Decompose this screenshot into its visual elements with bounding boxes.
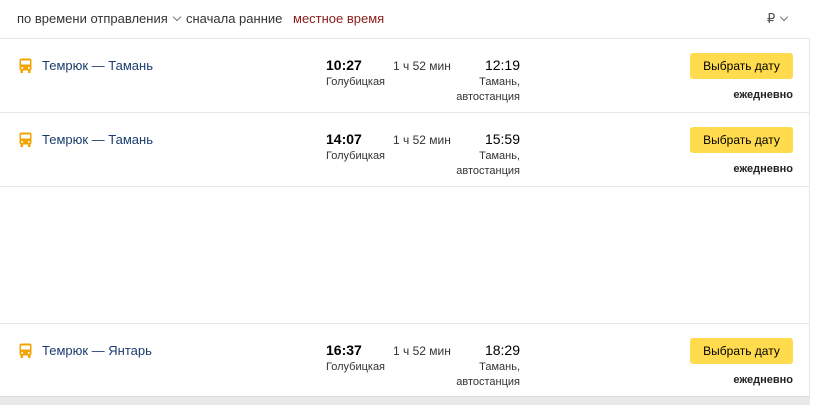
currency-label: ₽	[767, 11, 776, 26]
arrival-station-line2: автостанция	[456, 91, 520, 103]
arrival-station-line2: автостанция	[456, 376, 520, 388]
arrival-time: 12:19	[484, 57, 520, 73]
sort-label: по времени отправления	[17, 11, 168, 26]
frequency-label: ежедневно	[733, 163, 793, 175]
departure-station: Голубицкая	[326, 76, 386, 88]
timezone-toggle[interactable]: местное время	[293, 11, 384, 26]
filter-bar: по времени отправления сначала ранние ме…	[0, 0, 810, 38]
arrival-station-line1: Тамань,	[479, 361, 520, 373]
arrival-station: Тамань, автостанция	[456, 360, 520, 390]
trip-duration: 1 ч 52 мин	[393, 59, 451, 73]
arrival-station-line2: автостанция	[456, 165, 520, 177]
departure-station: Голубицкая	[326, 150, 386, 162]
departure-time: 14:07	[326, 131, 362, 147]
frequency-label: ежедневно	[733, 89, 793, 101]
route-link[interactable]: Темрюк — Янтарь	[42, 343, 152, 358]
arrival-station-line1: Тамань,	[479, 76, 520, 88]
arrival-station-line1: Тамань,	[479, 150, 520, 162]
trip-row: Темрюк — Янтарь 16:37 Голубицкая 1 ч 52 …	[0, 323, 809, 405]
select-date-button[interactable]: Выбрать дату	[690, 127, 793, 153]
frequency-label: ежедневно	[733, 374, 793, 386]
empty-placeholder-row	[0, 186, 809, 323]
trip-row: Темрюк — Тамань 14:07 Голубицкая 1 ч 52 …	[0, 112, 809, 186]
timezone-label: местное время	[293, 11, 385, 26]
trip-list: Темрюк — Тамань 10:27 Голубицкая 1 ч 52 …	[0, 38, 810, 405]
route-link[interactable]: Темрюк — Тамань	[42, 58, 153, 73]
select-date-button[interactable]: Выбрать дату	[690, 338, 793, 364]
chevron-down-icon	[780, 12, 789, 22]
trip-row: Темрюк — Тамань 10:27 Голубицкая 1 ч 52 …	[0, 38, 809, 112]
arrival-time: 18:29	[484, 342, 520, 358]
currency-dropdown[interactable]: ₽	[767, 11, 789, 27]
departure-time: 16:37	[326, 342, 362, 358]
bus-icon	[19, 132, 32, 147]
arrival-station: Тамань, автостанция	[456, 75, 520, 105]
trip-duration: 1 ч 52 мин	[393, 344, 451, 358]
departure-station: Голубицкая	[326, 361, 386, 373]
sort-dropdown[interactable]: по времени отправления	[17, 11, 182, 26]
trip-duration: 1 ч 52 мин	[393, 133, 451, 147]
route-link[interactable]: Темрюк — Тамань	[42, 132, 153, 147]
arrival-station: Тамань, автостанция	[456, 149, 520, 179]
select-date-button[interactable]: Выбрать дату	[690, 53, 793, 79]
bus-icon	[19, 343, 32, 358]
chevron-down-icon	[172, 12, 182, 22]
bus-icon	[19, 58, 32, 73]
arrival-time: 15:59	[484, 131, 520, 147]
list-bottom-divider	[0, 396, 810, 405]
order-label: сначала ранние	[186, 11, 283, 26]
order-toggle[interactable]: сначала ранние	[186, 11, 282, 26]
departure-time: 10:27	[326, 57, 362, 73]
